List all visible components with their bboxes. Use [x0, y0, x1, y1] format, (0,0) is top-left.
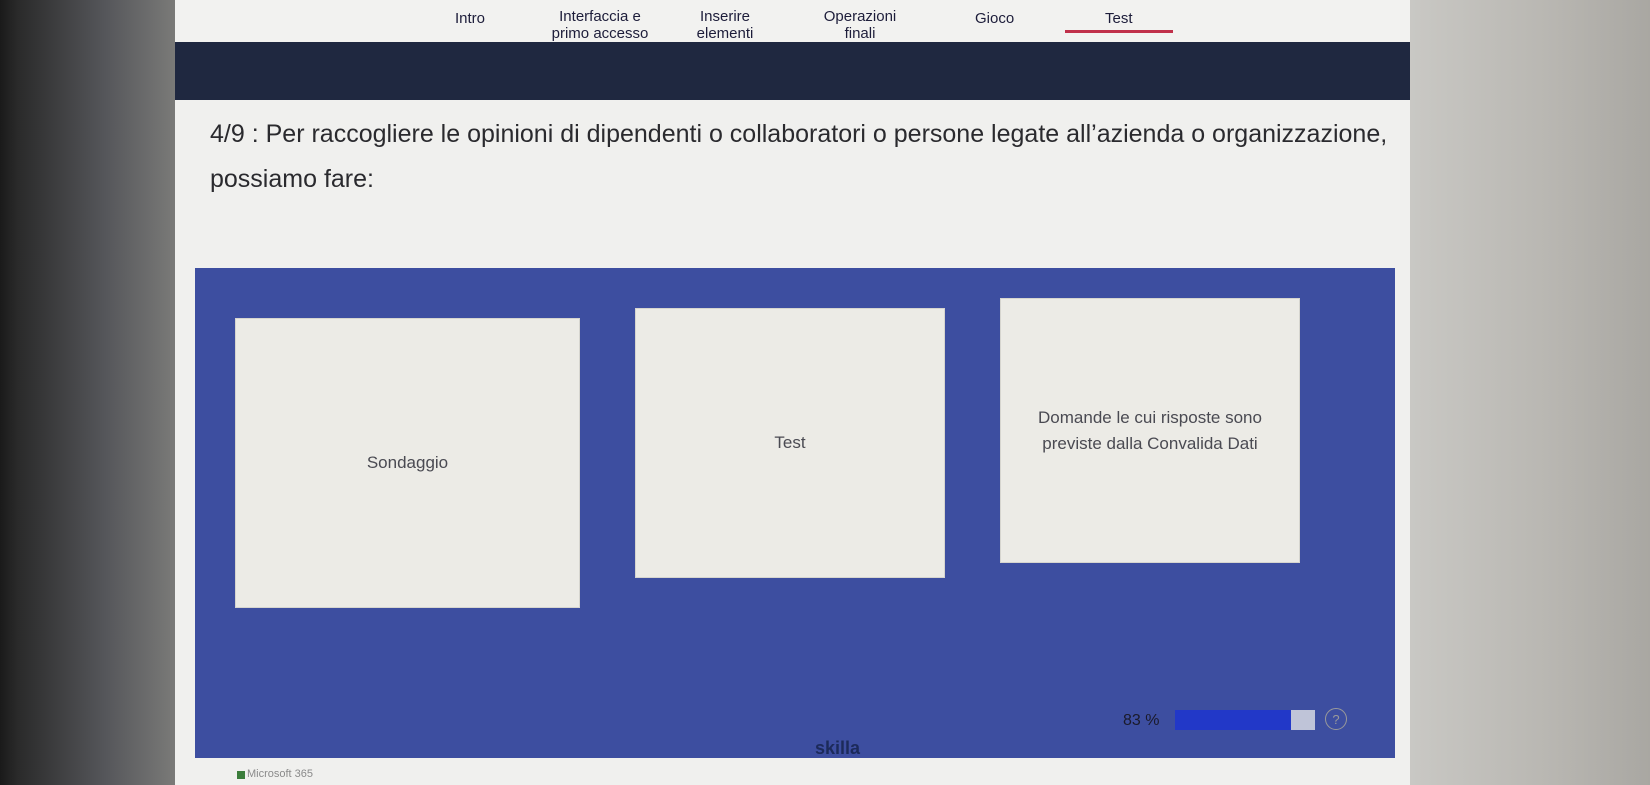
skilla-logo: skilla [815, 738, 861, 758]
progress-percent: 83 % [1123, 712, 1160, 729]
question-circle-icon[interactable]: ? [1325, 708, 1347, 730]
screen: Intro Interfaccia e primo accesso Inseri… [175, 0, 1410, 785]
nav-item-intro[interactable]: Intro [455, 10, 485, 27]
monitor-bezel-left [0, 0, 175, 785]
nav-item-interfaccia[interactable]: Interfaccia e primo accesso [540, 8, 660, 42]
nav-item-operazioni[interactable]: Operazioni finali [815, 8, 905, 42]
answer-label: Domande le cui risposte sono previste da… [1038, 407, 1262, 453]
answers-panel: Sondaggio Test Domande le cui risposte s… [195, 268, 1395, 758]
monitor-bezel-right [1410, 0, 1650, 785]
answer-option-sondaggio[interactable]: Sondaggio [235, 318, 580, 608]
progress-bar [1175, 710, 1315, 730]
question-number: 4/9 [210, 120, 245, 148]
nav-item-gioco[interactable]: Gioco [975, 10, 1014, 27]
answer-label: Test [774, 433, 806, 452]
progress-fill [1175, 710, 1292, 730]
answer-option-test[interactable]: Test [635, 308, 945, 578]
answer-label: Sondaggio [366, 453, 449, 472]
nav-item-test[interactable]: Test [1065, 10, 1172, 33]
question-body: Per raccogliere le opinioni di dipendent… [210, 120, 1388, 193]
microsoft-logo-icon [237, 771, 245, 779]
answer-option-domande[interactable]: Domande le cui risposte sono previste da… [1000, 298, 1300, 563]
header-band [175, 42, 1410, 100]
question-text: 4/9 : Per raccogliere le opinioni di dip… [210, 120, 1388, 193]
top-navigation: Intro Interfaccia e primo accesso Inseri… [175, 0, 1410, 42]
nav-item-inserire[interactable]: Inserire elementi [685, 8, 765, 42]
taskbar-label: Microsoft 365 [247, 768, 314, 780]
